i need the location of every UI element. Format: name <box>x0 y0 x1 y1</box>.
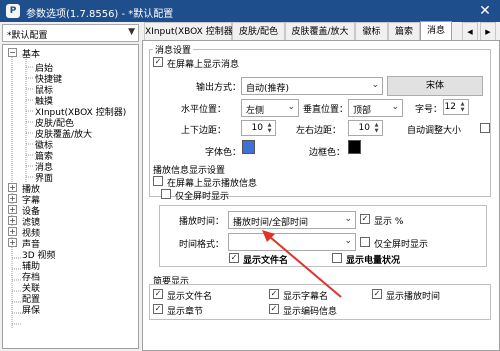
tab-messages[interactable]: 消息 <box>420 21 452 42</box>
tab-index[interactable]: 篇索 <box>388 22 420 41</box>
time-format-select[interactable]: ⌄ <box>228 233 356 251</box>
v-position-select[interactable]: 顶部 ⌄ <box>348 99 403 117</box>
font-size-value: 12 <box>444 102 456 112</box>
fullscreen-only-label: 仅全屏时显示 <box>175 192 230 202</box>
brief-subtitle-checkbox[interactable]: ✓ <box>269 289 279 299</box>
messages-panel: 消息设置 ✓ 在屏幕上显示消息 输出方式： 自动(推荐) ⌄ 宋体 水平位置： … <box>142 40 500 351</box>
chevron-down-icon: ⌄ <box>371 80 379 90</box>
h-position-label: 水平位置： <box>181 105 227 115</box>
h-position-select[interactable]: 左侧 ⌄ <box>241 99 299 117</box>
show-battery-checkbox[interactable] <box>332 253 342 263</box>
time-fullscreen-only-checkbox[interactable] <box>360 237 370 247</box>
margin-tb-label: 上下边距： <box>181 126 227 136</box>
tab-scroll-right-icon[interactable]: ▶ <box>480 22 496 41</box>
close-button[interactable]: ✕ <box>470 0 500 22</box>
spinner-arrows-icon[interactable]: ▲ ▼ <box>372 122 381 134</box>
v-position-value: 顶部 <box>353 106 372 116</box>
font-size-spinner[interactable]: 12 ▲ ▼ <box>443 99 469 115</box>
tree-expander-icon[interactable]: + <box>8 216 17 225</box>
tab-xinput[interactable]: XInput(XBOX 控制器) <box>144 22 236 41</box>
show-battery-label: 显示电量状况 <box>346 256 401 266</box>
chevron-down-icon: ▼ <box>128 27 135 37</box>
show-playback-info-checkbox[interactable] <box>153 176 163 186</box>
tree-expander-icon[interactable]: + <box>8 238 17 247</box>
show-messages-label: 在屏幕上显示消息 <box>167 60 240 70</box>
tree-expander-icon[interactable]: + <box>8 205 17 214</box>
tab-logo[interactable]: 徽标 <box>355 22 388 41</box>
margin-tb-value: 10 <box>251 123 263 133</box>
tab-skin-color[interactable]: 皮肤/配色 <box>232 22 285 41</box>
time-fullscreen-only-label: 仅全屏时显示 <box>374 240 429 250</box>
play-time-select[interactable]: 播放时间/全部时间 ⌄ <box>228 211 356 229</box>
show-playback-info-label: 在屏幕上显示播放信息 <box>167 179 258 189</box>
window-title: 参数选项(1.7.8556) - *默认配置 <box>26 9 174 20</box>
border-color-swatch[interactable] <box>348 140 361 154</box>
font-color-label: 字体色： <box>205 148 242 158</box>
tab-skin-overlay[interactable]: 皮肤覆盖/放大 <box>285 22 355 41</box>
tree-expander-icon[interactable]: + <box>8 183 17 192</box>
brief-chapter-checkbox[interactable]: ✓ <box>153 304 163 314</box>
app-icon: P <box>6 4 20 18</box>
play-time-value: 播放时间/全部时间 <box>233 218 309 228</box>
brief-filename-checkbox[interactable]: ✓ <box>153 289 163 299</box>
spinner-arrows-icon[interactable]: ▲ ▼ <box>458 101 467 113</box>
output-method-value: 自动(推荐) <box>246 84 290 94</box>
spinner-arrows-icon[interactable]: ▲ ▼ <box>265 122 274 134</box>
font-color-swatch[interactable] <box>242 140 255 154</box>
chevron-down-icon: ⌄ <box>391 102 399 112</box>
auto-adjust-checkbox[interactable] <box>480 123 490 133</box>
tree-expander-icon[interactable]: − <box>8 48 17 57</box>
show-percent-label: 显示 % <box>374 217 404 227</box>
settings-tree[interactable]: − 基本 启始 快捷键 鼠标 触摸 XInput(XBOX 控制器) 皮肤/配色 皮肤覆盖/放大… <box>2 44 139 349</box>
play-time-label: 播放时间： <box>179 217 225 227</box>
chevron-down-icon: ⌄ <box>344 214 352 224</box>
chevron-down-icon: ⌄ <box>287 102 295 112</box>
tree-expander-icon[interactable]: + <box>8 194 17 203</box>
tree-item[interactable]: 屏保 <box>22 303 40 316</box>
v-position-label: 垂直位置： <box>303 105 349 115</box>
fullscreen-only-checkbox[interactable] <box>161 189 171 199</box>
show-filename-checkbox[interactable]: ✓ <box>229 253 239 263</box>
profile-select[interactable]: *默认配置 ▼ <box>2 24 139 42</box>
output-method-select[interactable]: 自动(推荐) ⌄ <box>241 77 383 95</box>
profile-select-value: *默认配置 <box>7 31 48 41</box>
border-color-label: 边框色： <box>309 148 346 158</box>
tab-scroll-left-icon[interactable]: ◀ <box>462 22 478 41</box>
playback-info-title: 播放信息显示设置 <box>151 163 228 176</box>
brief-playtime-label: 显示播放时间 <box>386 292 441 302</box>
brief-playtime-checkbox[interactable]: ✓ <box>372 289 382 299</box>
tab-bar: XInput(XBOX 控制器) 皮肤/配色 皮肤覆盖/放大 徽标 篇索 消息 … <box>142 21 500 42</box>
tree-expander-icon[interactable]: + <box>8 227 17 236</box>
show-messages-checkbox[interactable]: ✓ <box>153 57 163 67</box>
margin-tb-spinner[interactable]: 10 ▲ ▼ <box>241 120 276 136</box>
time-format-label: 时间格式： <box>179 240 225 250</box>
auto-adjust-label: 自动调整大小 <box>407 126 462 136</box>
h-position-value: 左侧 <box>246 106 265 116</box>
brief-codec-label: 显示编码信息 <box>283 307 338 317</box>
show-percent-checkbox[interactable]: ✓ <box>360 214 370 224</box>
font-button[interactable]: 宋体 <box>387 76 483 96</box>
brief-codec-checkbox[interactable]: ✓ <box>269 304 279 314</box>
output-method-label: 输出方式： <box>196 83 242 93</box>
chevron-down-icon: ⌄ <box>344 236 352 246</box>
brief-chapter-label: 显示章节 <box>167 307 204 317</box>
brief-subtitle-label: 显示字幕名 <box>283 292 329 302</box>
brief-filename-label: 显示文件名 <box>167 292 213 302</box>
tree-item[interactable]: 基本 <box>22 47 40 60</box>
message-settings-title: 消息设置 <box>153 43 194 56</box>
show-filename-label: 显示文件名 <box>243 256 289 266</box>
font-size-label: 字号： <box>415 105 443 115</box>
title-bar: P 参数选项(1.7.8556) - *默认配置 ✕ <box>0 0 500 22</box>
margin-lr-label: 左右边距： <box>296 126 342 136</box>
margin-lr-value: 10 <box>358 123 370 133</box>
margin-lr-spinner[interactable]: 10 ▲ ▼ <box>348 120 383 136</box>
